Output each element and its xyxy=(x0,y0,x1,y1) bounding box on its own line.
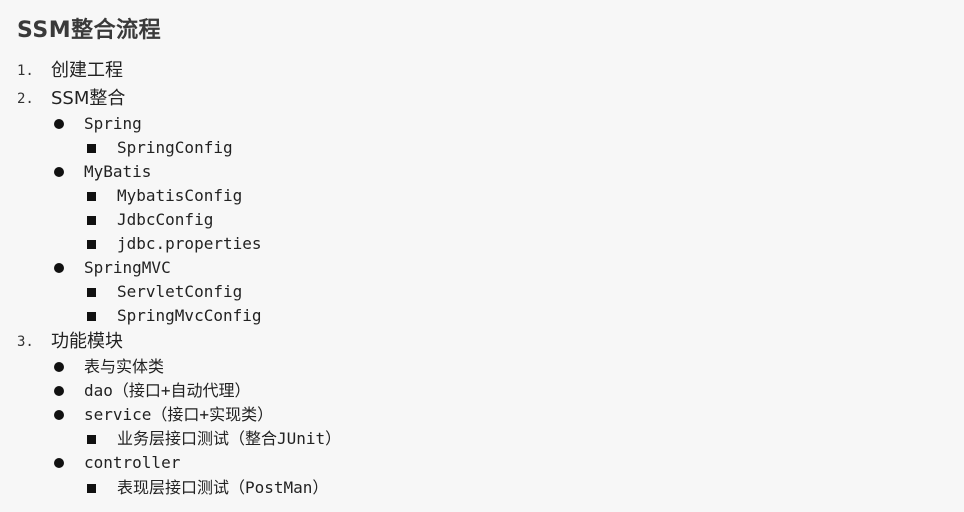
list-item-label: ServletConfig xyxy=(117,282,243,301)
list-item: SpringMVC xyxy=(0,256,964,280)
square-bullet-icon xyxy=(87,192,96,201)
list-item: SpringMvcConfig xyxy=(0,304,964,328)
list-item: 1. 创建工程 xyxy=(0,59,964,83)
square-bullet-icon xyxy=(87,240,96,249)
square-bullet-icon xyxy=(87,484,96,493)
list-item-label: SpringConfig xyxy=(117,138,233,157)
list-item-label: 表现层接口测试（PostMan） xyxy=(117,478,329,497)
page-title: SSM整合流程 xyxy=(17,18,162,43)
list-number: 3. xyxy=(17,334,34,350)
list-item: JdbcConfig xyxy=(0,208,964,232)
square-bullet-icon xyxy=(87,435,96,444)
list-number: 1. xyxy=(17,63,34,79)
list-item-label: jdbc.properties xyxy=(117,234,262,253)
list-item-label: Spring xyxy=(84,114,142,133)
list-item: service（接口+实现类） xyxy=(0,403,964,427)
bullet-icon xyxy=(54,458,64,468)
list-item-label: JdbcConfig xyxy=(117,210,214,229)
list-item: 3. 功能模块 xyxy=(0,330,964,354)
list-item-label: dao（接口+自动代理） xyxy=(84,381,251,400)
list-item-label: SSM整合 xyxy=(51,88,126,109)
list-item: 业务层接口测试（整合JUnit） xyxy=(0,427,964,451)
list-item: ServletConfig xyxy=(0,280,964,304)
list-item-label: controller xyxy=(84,453,181,472)
list-item: jdbc.properties xyxy=(0,232,964,256)
list-item-label: SpringMvcConfig xyxy=(117,306,262,325)
list-item: controller xyxy=(0,451,964,475)
list-item: 2. SSM整合 xyxy=(0,87,964,111)
square-bullet-icon xyxy=(87,312,96,321)
list-item-label: 功能模块 xyxy=(51,331,123,352)
list-item-label: 表与实体类 xyxy=(84,357,165,376)
list-item: 表与实体类 xyxy=(0,355,964,379)
list-item-label: service（接口+实现类） xyxy=(84,405,274,424)
bullet-icon xyxy=(54,119,64,129)
square-bullet-icon xyxy=(87,144,96,153)
list-item: dao（接口+自动代理） xyxy=(0,379,964,403)
bullet-icon xyxy=(54,167,64,177)
list-item-label: SpringMVC xyxy=(84,258,171,277)
bullet-icon xyxy=(54,362,64,372)
list-item: SpringConfig xyxy=(0,136,964,160)
list-item-label: MybatisConfig xyxy=(117,186,243,205)
list-number: 2. xyxy=(17,91,34,107)
list-item-label: 业务层接口测试（整合JUnit） xyxy=(117,429,342,448)
list-item: 表现层接口测试（PostMan） xyxy=(0,476,964,500)
list-item: Spring xyxy=(0,112,964,136)
bullet-icon xyxy=(54,263,64,273)
list-item-label: MyBatis xyxy=(84,162,152,181)
square-bullet-icon xyxy=(87,216,96,225)
square-bullet-icon xyxy=(87,288,96,297)
bullet-icon xyxy=(54,410,64,420)
list-item: MybatisConfig xyxy=(0,184,964,208)
list-item: MyBatis xyxy=(0,160,964,184)
bullet-icon xyxy=(54,386,64,396)
list-item-label: 创建工程 xyxy=(51,60,123,81)
